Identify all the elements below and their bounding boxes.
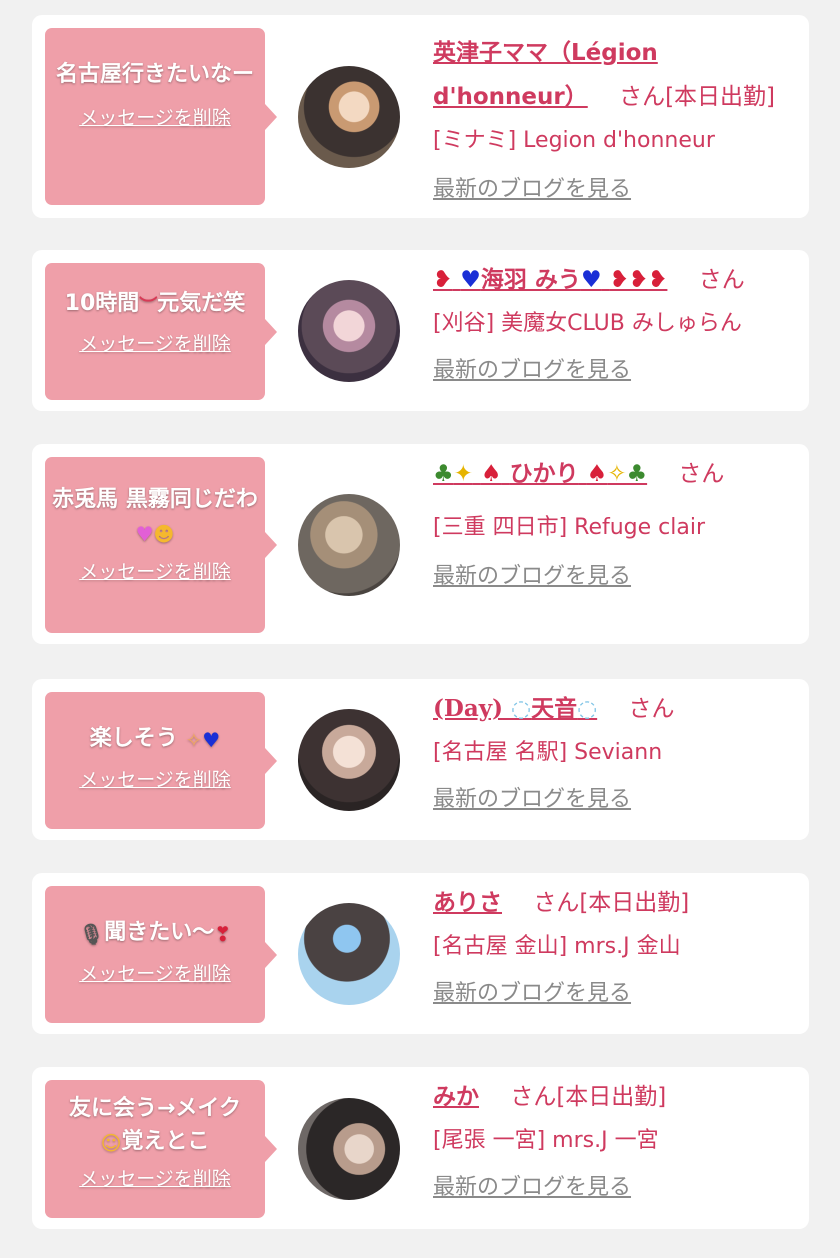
tree-icon: ♣ <box>626 461 648 487</box>
message-text: 🎙聞きたい〜❣ <box>51 916 259 951</box>
cast-name-link[interactable]: ありさ <box>433 890 502 916</box>
message-text-part: 元気だ笑 <box>157 291 246 316</box>
message-bubble: 友に会う→メイク ☺覚えとこ メッセージを削除 <box>45 1080 277 1218</box>
latest-blog-link[interactable]: 最新のブログを見る <box>433 175 631 205</box>
message-bubble: 赤兎馬 黒霧同じだわ ♥☻ メッセージを削除 <box>45 457 277 633</box>
small-hearts-icon: ❥❥❥ <box>609 267 668 293</box>
delete-message-link[interactable]: メッセージを削除 <box>79 559 231 585</box>
message-card: 名古屋行きたいなー メッセージを削除 英津子ママ（Légion d'honneu… <box>32 15 809 218</box>
message-text: 赤兎馬 黒霧同じだわ ♥☻ <box>51 483 259 551</box>
message-text-part: 覚えとこ <box>121 1129 210 1154</box>
message-text-part: 聞きたい〜 <box>104 920 215 945</box>
delete-message-link[interactable]: メッセージを削除 <box>79 767 231 793</box>
blue-heart-icon: ♥ <box>460 267 481 293</box>
bubble-icon: ◌ <box>511 696 532 722</box>
delete-message-link[interactable]: メッセージを削除 <box>79 961 231 987</box>
message-text: 友に会う→メイク ☺覚えとこ <box>51 1092 259 1160</box>
cast-name-link[interactable]: ♣✦ ♠ ひかり ♠✧♣ <box>433 461 647 487</box>
sparkle-emoji-icon: ✧ <box>185 728 203 752</box>
cast-name-link[interactable]: (Day) ◌天音◌ <box>433 695 598 722</box>
honorific: さん <box>628 696 675 722</box>
message-bubble: 🎙聞きたい〜❣ メッセージを削除 <box>45 886 277 1023</box>
shop-name: [ミナミ] Legion d'honneur <box>433 128 715 153</box>
message-card: 🎙聞きたい〜❣ メッセージを削除 ありさ さん[本日出勤] [名古屋 金山] m… <box>32 873 809 1034</box>
message-text-part: 楽しそう <box>89 726 178 751</box>
message-card: 楽しそう ✧♥ メッセージを削除 (Day) ◌天音◌ さん [名古屋 名駅] … <box>32 679 809 840</box>
latest-blog-link[interactable]: 最新のブログを見る <box>433 785 631 815</box>
honorific: さん <box>510 1084 557 1110</box>
status-badge: [本日出勤] <box>579 890 690 916</box>
blue-heart-icon: ♥ <box>580 267 602 293</box>
message-text: 10時間︶元気だ笑 <box>51 287 259 323</box>
avatar[interactable] <box>298 709 400 811</box>
laughing-face-emoji-icon: ☻ <box>153 522 175 546</box>
delete-message-link[interactable]: メッセージを削除 <box>79 1166 231 1192</box>
message-text-part: 10時間 <box>64 291 140 316</box>
mushroom-icon: ♠ <box>586 461 608 487</box>
honorific: さん <box>533 890 580 916</box>
shop-name: [名古屋 名駅] Seviann <box>433 740 663 765</box>
latest-blog-link[interactable]: 最新のブログを見る <box>433 562 631 592</box>
tree-icon: ♣ <box>433 461 454 487</box>
message-text: 名古屋行きたいなー <box>55 62 254 87</box>
avatar[interactable] <box>298 903 400 1005</box>
avatar[interactable] <box>298 494 400 596</box>
message-bubble: 10時間︶元気だ笑 メッセージを削除 <box>45 263 277 400</box>
blue-heart-emoji-icon: ♥ <box>202 728 221 752</box>
message-card: 10時間︶元気だ笑 メッセージを削除 ❥ ♥海羽 みう♥ ❥❥❥ さん [刈谷]… <box>32 250 809 411</box>
small-heart-icon: ❥ <box>433 267 453 293</box>
hearts-emoji-icon: ❣ <box>214 922 232 946</box>
cast-name-link[interactable]: ❥ ♥海羽 みう♥ ❥❥❥ <box>433 267 667 293</box>
sparkle-icon: ✧ <box>607 461 627 487</box>
latest-blog-link[interactable]: 最新のブログを見る <box>433 1173 631 1203</box>
message-text: 楽しそう ✧♥ <box>51 722 259 757</box>
avatar[interactable] <box>298 1098 400 1200</box>
shop-name: [尾張 一宮] mrs.J 一宮 <box>433 1128 659 1153</box>
shop-name: [刈谷] 美魔女CLUB みしゅらん <box>433 311 742 336</box>
latest-blog-link[interactable]: 最新のブログを見る <box>433 356 631 386</box>
mushroom-icon: ♠ <box>480 461 502 487</box>
pink-heart-emoji-icon: ♥ <box>135 522 154 546</box>
shop-name: [名古屋 金山] mrs.J 金山 <box>433 934 681 959</box>
message-card: 赤兎馬 黒霧同じだわ ♥☻ メッセージを削除 ♣✦ ♠ ひかり ♠✧♣ さん [三… <box>32 444 809 644</box>
delete-message-link[interactable]: メッセージを削除 <box>79 105 231 131</box>
sparkle-icon: ✦ <box>453 461 473 487</box>
honorific: さん <box>678 461 725 487</box>
message-text-part: 赤兎馬 黒霧同じだわ <box>52 487 258 512</box>
avatar[interactable] <box>298 66 400 168</box>
delete-message-link[interactable]: メッセージを削除 <box>79 331 231 357</box>
cast-name-link[interactable]: みか <box>433 1084 479 1110</box>
hand-over-mouth-emoji-icon: ☺ <box>100 1131 122 1155</box>
message-card: 友に会う→メイク ☺覚えとこ メッセージを削除 みか さん[本日出勤] [尾張 … <box>32 1067 809 1229</box>
microphone-emoji-icon: 🎙 <box>78 922 105 946</box>
bubble-icon: ◌ <box>577 696 598 722</box>
message-text-part: 友に会う→メイク <box>69 1096 241 1121</box>
status-badge: [本日出勤] <box>556 1084 667 1110</box>
message-bubble: 楽しそう ✧♥ メッセージを削除 <box>45 692 277 829</box>
latest-blog-link[interactable]: 最新のブログを見る <box>433 979 631 1009</box>
status-badge: [本日出勤] <box>665 84 776 110</box>
honorific: さん <box>698 267 745 293</box>
shop-name: [三重 四日市] Refuge clair <box>433 515 706 540</box>
honorific: さん <box>619 84 666 110</box>
sad-face-emoji-icon: ︶ <box>139 296 158 317</box>
message-bubble: 名古屋行きたいなー メッセージを削除 <box>45 28 277 205</box>
avatar[interactable] <box>298 280 400 382</box>
